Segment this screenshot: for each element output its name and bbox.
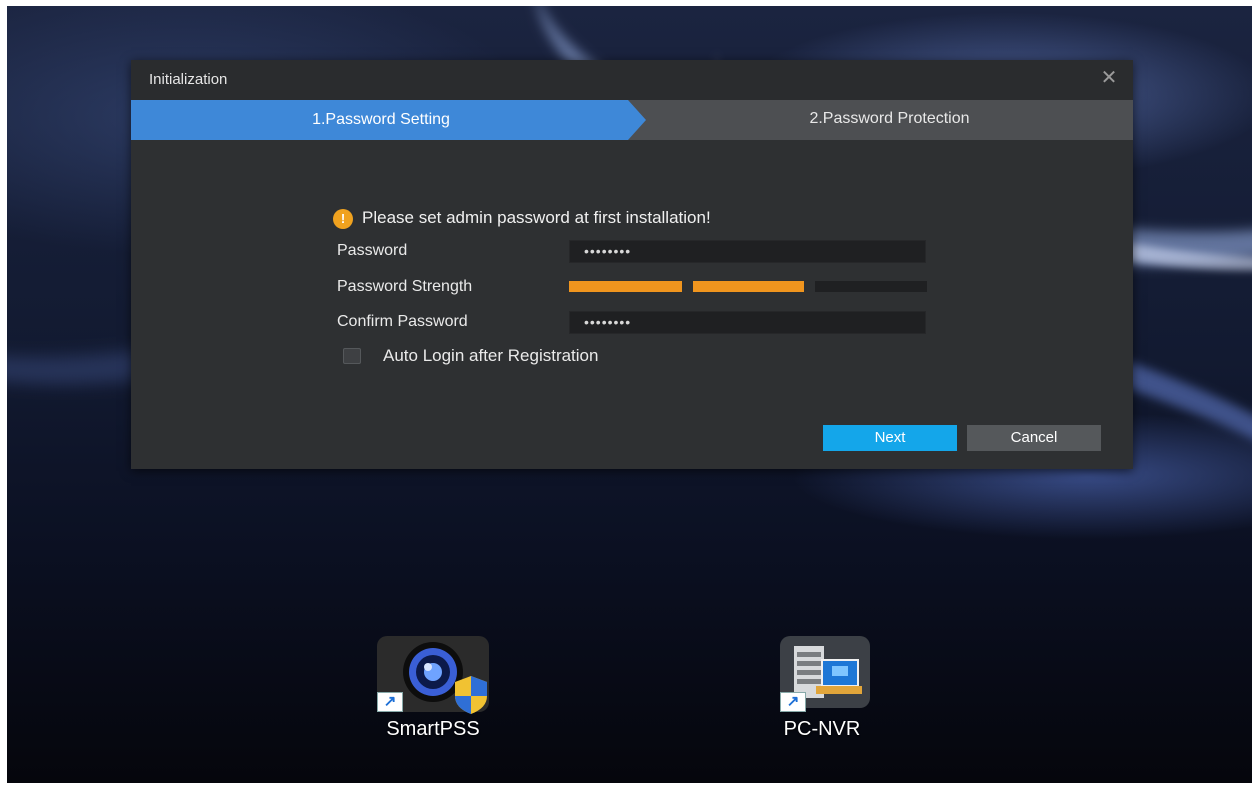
step-1-label: 1.Password Setting [312, 111, 450, 128]
strength-segment-3 [815, 281, 927, 292]
initialization-dialog: Initialization ✕ 1.Password Setting 2.Pa… [131, 60, 1133, 469]
password-field[interactable]: •••••••• [569, 240, 926, 263]
password-strength-label: Password Strength [337, 278, 473, 295]
notice-text: Please set admin password at first insta… [362, 208, 711, 227]
desktop-icon-label: SmartPSS [386, 718, 480, 740]
checkbox-box[interactable] [343, 348, 361, 364]
close-icon: ✕ [1100, 67, 1118, 89]
auto-login-label: Auto Login after Registration [383, 346, 599, 365]
confirm-password-field[interactable]: •••••••• [569, 311, 926, 334]
pc-nvr-icon [780, 636, 870, 708]
cancel-button[interactable]: Cancel [967, 425, 1101, 451]
desktop-icon-label: PC-NVR [783, 718, 861, 740]
shortcut-arrow-icon: ↗ [377, 692, 403, 712]
confirm-password-label: Confirm Password [337, 313, 468, 330]
strength-segment-2 [693, 281, 804, 292]
dialog-titlebar[interactable]: Initialization ✕ [131, 60, 1133, 100]
desktop: Initialization ✕ 1.Password Setting 2.Pa… [7, 6, 1252, 783]
shortcut-arrow-icon: ↗ [780, 692, 806, 712]
warning-icon: ! [333, 209, 353, 229]
step-progress-bar: 1.Password Setting 2.Password Protection [131, 100, 1133, 140]
password-label: Password [337, 242, 408, 259]
dialog-title: Initialization [149, 71, 228, 88]
step-2-label: 2.Password Protection [809, 110, 970, 127]
next-button[interactable]: Next [823, 425, 957, 451]
strength-segment-1 [569, 281, 682, 292]
close-button[interactable]: ✕ [1099, 68, 1119, 88]
desktop-icon-pc-nvr[interactable]: ↗ PC-NVR [752, 636, 892, 748]
desktop-icon-smartpss[interactable]: ↗ SmartPSS [363, 636, 503, 748]
